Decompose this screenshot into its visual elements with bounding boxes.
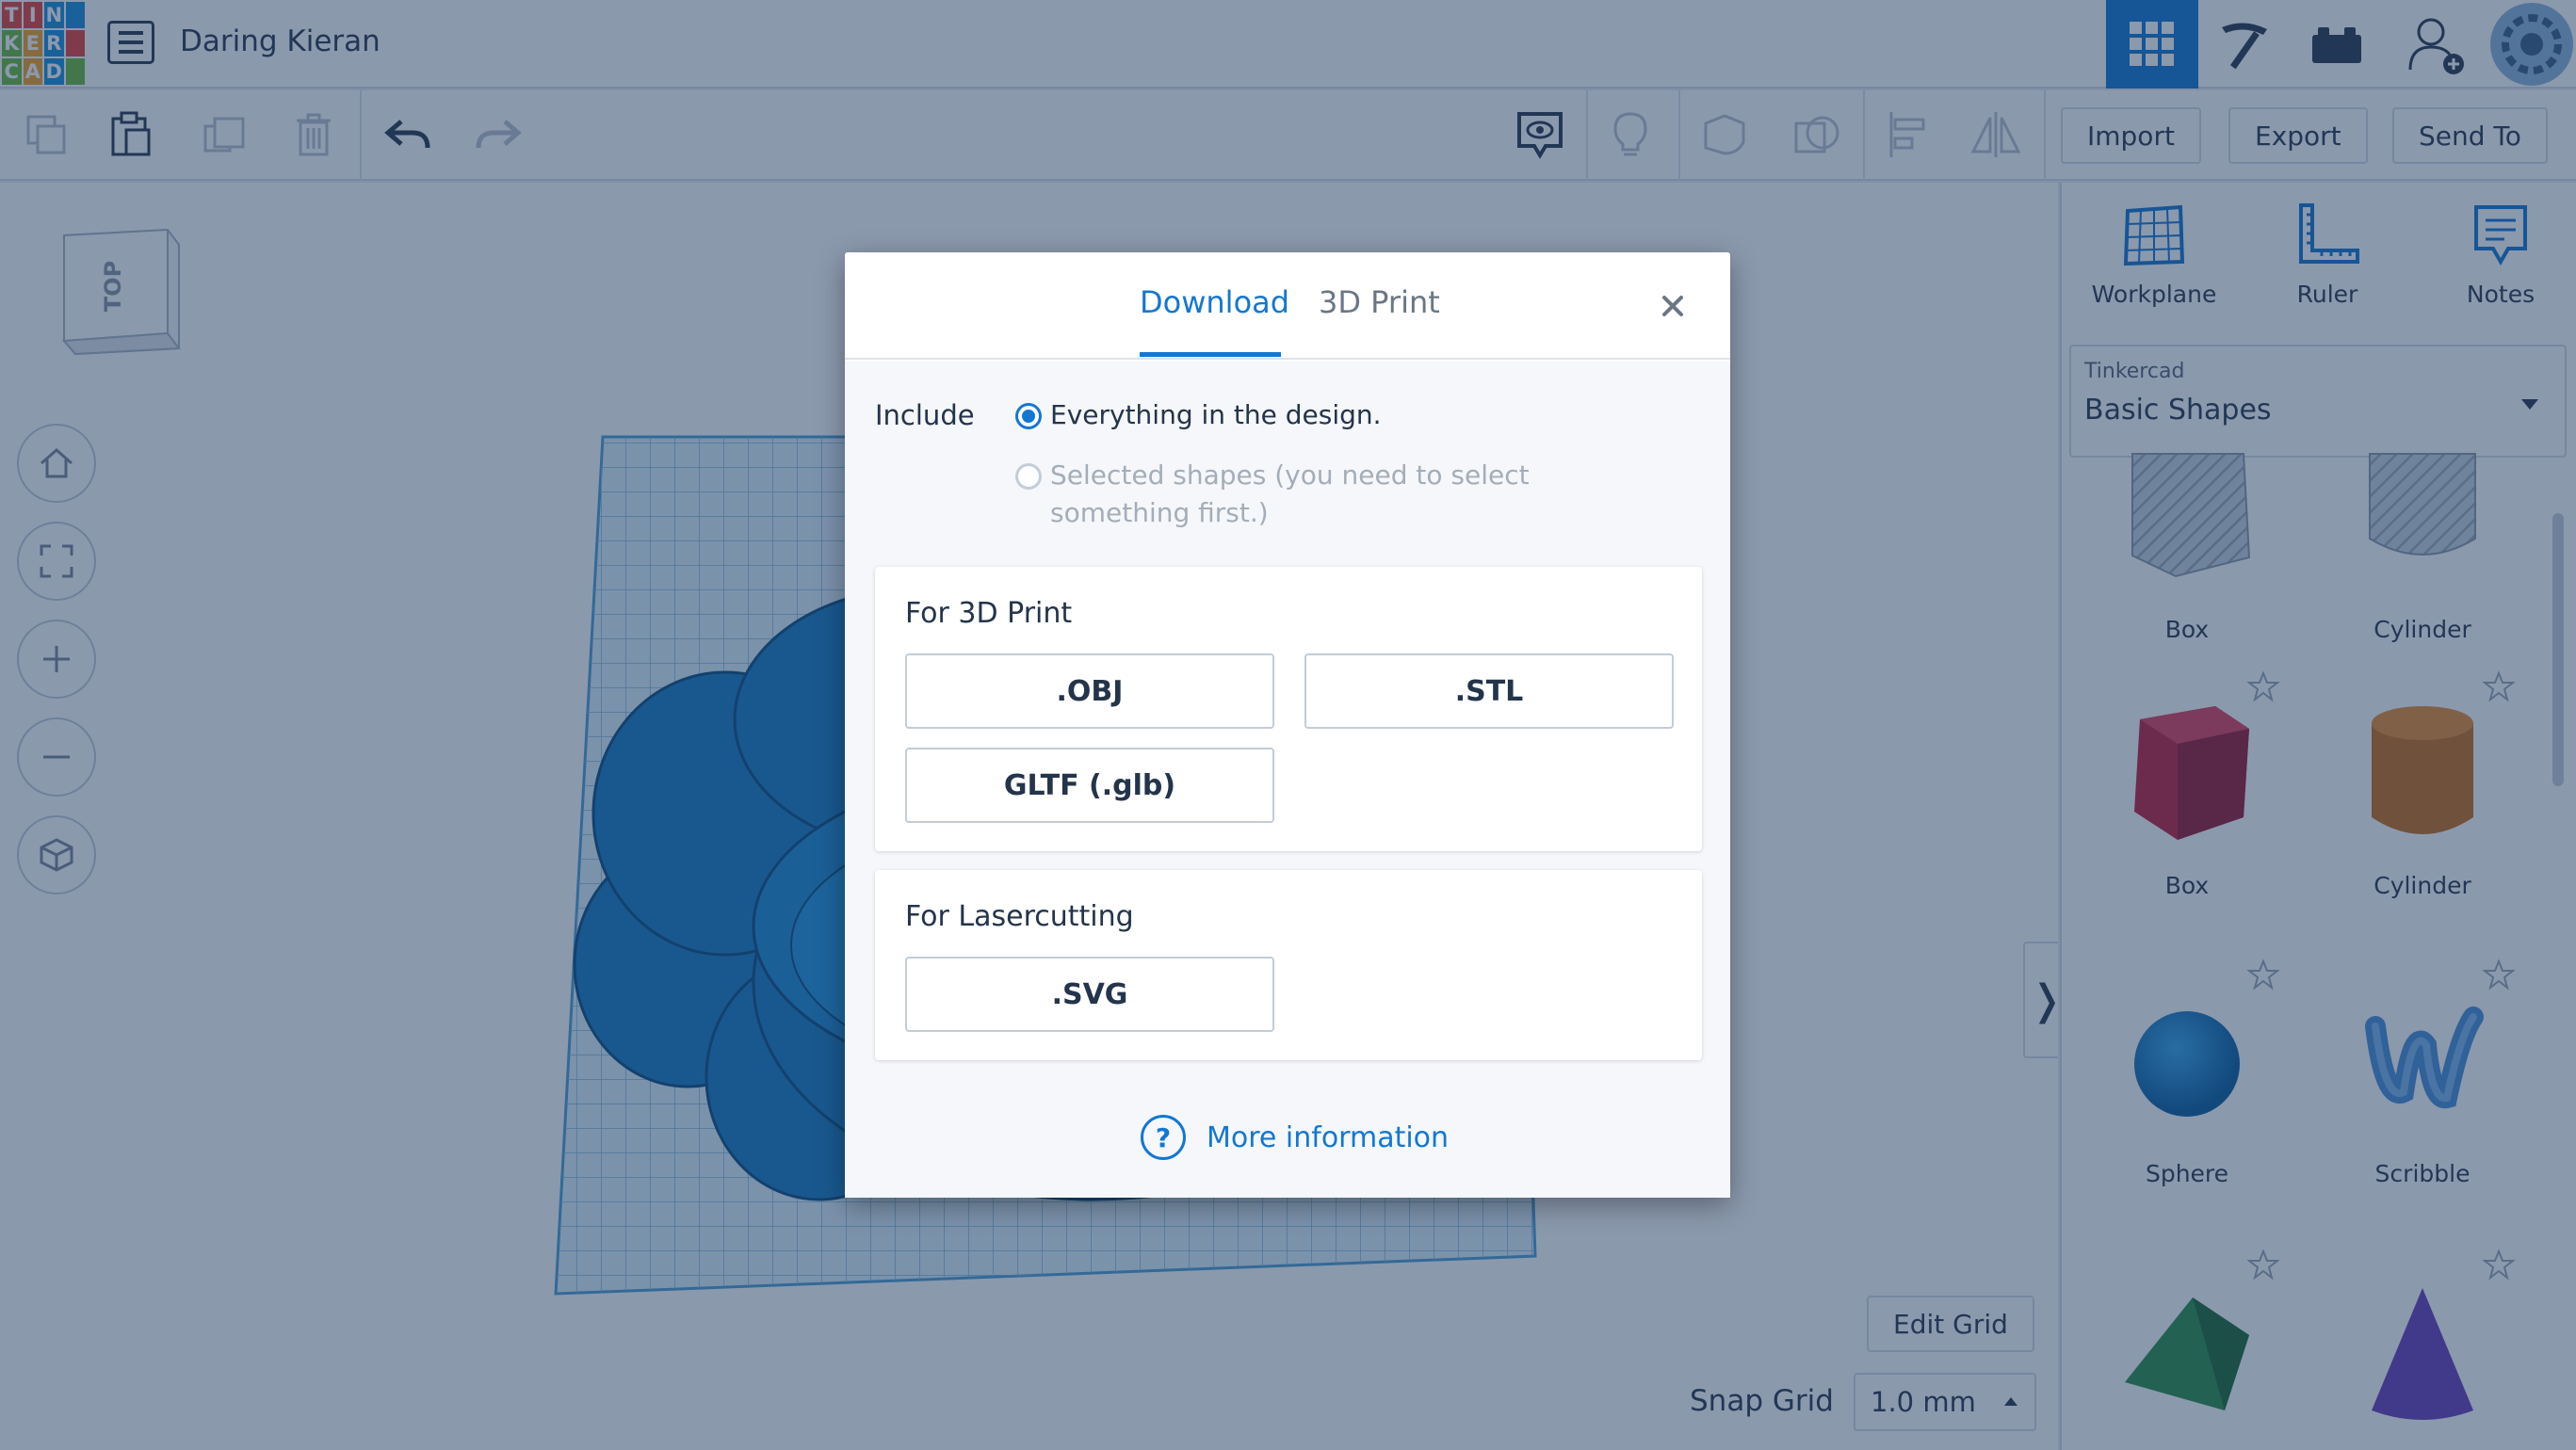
export-dialog: Download 3D Print Include Everything in … <box>845 252 1730 1198</box>
section-3d-print: For 3D Print .OBJ .STL GLTF (.glb) <box>875 567 1702 851</box>
help-icon: ? <box>1141 1115 1186 1160</box>
section-lasercutting-title: For Lasercutting <box>905 900 1134 933</box>
more-information-label: More information <box>1207 1120 1450 1154</box>
stl-button[interactable]: .STL <box>1304 653 1674 729</box>
option-selected-label-line1: Selected shapes (you need to select <box>1050 459 1530 491</box>
close-icon[interactable] <box>1653 286 1693 326</box>
gltf-button[interactable]: GLTF (.glb) <box>905 748 1274 823</box>
tab-3d-print[interactable]: 3D Print <box>1319 284 1440 320</box>
dialog-body: Include Everything in the design. Select… <box>845 362 1730 1198</box>
more-information-link[interactable]: ? More information <box>1141 1113 1449 1162</box>
radio-everything[interactable] <box>1015 403 1042 429</box>
svg-button[interactable]: .SVG <box>905 957 1274 1032</box>
option-selected-label-line2: something first.) <box>1050 497 1269 528</box>
include-label: Include <box>875 399 975 431</box>
section-3d-print-title: For 3D Print <box>905 597 1073 630</box>
section-lasercutting: For Lasercutting .SVG <box>875 870 1702 1060</box>
radio-selected-shapes <box>1015 463 1042 490</box>
active-tab-indicator <box>1140 352 1281 357</box>
tab-download[interactable]: Download <box>1140 284 1289 320</box>
obj-button[interactable]: .OBJ <box>905 653 1274 729</box>
dialog-header: Download 3D Print <box>845 252 1730 360</box>
option-everything-label[interactable]: Everything in the design. <box>1050 399 1382 430</box>
